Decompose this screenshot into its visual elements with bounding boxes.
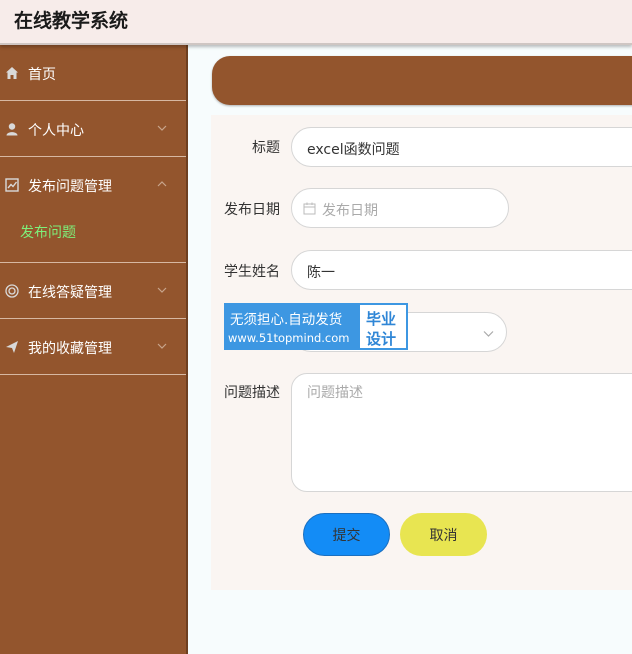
publish-date-label: 发布日期 — [224, 202, 280, 218]
watermark-line1: 无须担心.自动发货 — [230, 312, 343, 328]
sidebar-subitem-label: 发布问题 — [20, 225, 76, 241]
title-label: 标题 — [252, 140, 280, 156]
watermark-line2: www.51topmind.com — [228, 331, 350, 345]
sidebar-item-answer-manage[interactable]: 在线答疑管理 — [0, 263, 186, 319]
sidebar-subitem-publish-question[interactable]: 发布问题 — [0, 207, 186, 263]
student-name-input[interactable]: 陈一 — [291, 250, 632, 290]
sidebar-item-profile[interactable]: 个人中心 — [0, 101, 186, 157]
calendar-icon — [303, 202, 316, 215]
submit-button[interactable]: 提交 — [303, 513, 390, 556]
publish-date-placeholder: 发布日期 — [322, 203, 378, 219]
cancel-button[interactable]: 取消 — [400, 513, 487, 556]
sidebar-item-home[interactable]: 首页 — [0, 45, 186, 101]
description-textarea[interactable]: 问题描述 — [291, 373, 632, 492]
description-label: 问题描述 — [224, 385, 280, 401]
chart-icon — [5, 178, 19, 192]
chevron-down-icon — [157, 125, 167, 131]
watermark-right-line2: 设计 — [366, 330, 397, 348]
watermark: 无须担心.自动发货 www.51topmind.com 毕业 设计 — [224, 303, 408, 350]
sidebar-item-question-manage[interactable]: 发布问题管理 — [0, 157, 186, 207]
sidebar-item-label: 首页 — [28, 67, 56, 83]
user-icon — [6, 123, 18, 136]
chevron-up-icon — [157, 181, 167, 187]
sidebar-item-label: 个人中心 — [28, 123, 84, 139]
app-title: 在线教学系统 — [14, 10, 129, 32]
sidebar: 首页 个人中心 发布问题管理 发布问题 在线答疑管理 我的收藏管理 — [0, 45, 188, 654]
description-placeholder: 问题描述 — [307, 385, 363, 401]
title-value: excel函数问题 — [307, 142, 400, 158]
send-icon — [6, 341, 18, 353]
student-name-value: 陈一 — [307, 265, 335, 281]
target-icon — [5, 284, 19, 298]
watermark-left: 无须担心.自动发货 www.51topmind.com — [224, 303, 358, 350]
sidebar-item-label: 我的收藏管理 — [28, 341, 112, 357]
watermark-right: 毕业 设计 — [358, 303, 408, 350]
title-input[interactable]: excel函数问题 — [291, 127, 632, 167]
home-icon — [6, 67, 18, 79]
sidebar-item-label: 发布问题管理 — [28, 179, 112, 195]
sidebar-item-favorites-manage[interactable]: 我的收藏管理 — [0, 319, 186, 375]
student-name-label: 学生姓名 — [224, 264, 280, 280]
header-banner — [212, 56, 632, 105]
top-bar: 在线教学系统 — [0, 0, 632, 45]
sidebar-item-label: 在线答疑管理 — [28, 285, 112, 301]
watermark-right-line1: 毕业 — [366, 310, 397, 328]
publish-date-picker[interactable]: 发布日期 — [291, 188, 509, 228]
chevron-down-icon — [483, 331, 494, 337]
chevron-down-icon — [157, 343, 167, 349]
chevron-down-icon — [157, 287, 167, 293]
